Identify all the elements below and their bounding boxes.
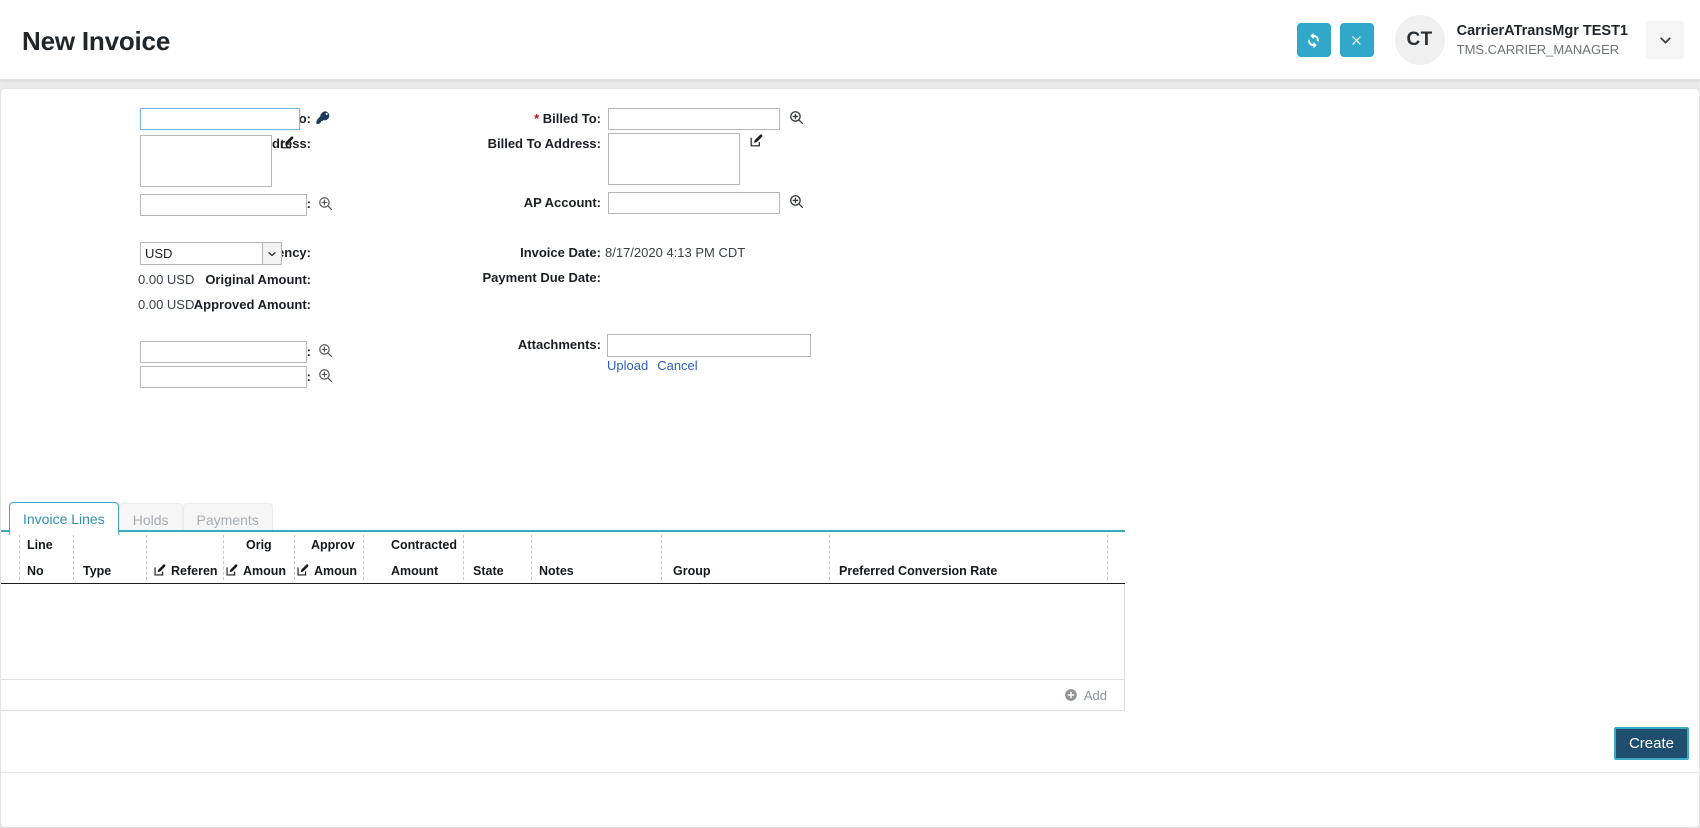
chevron-down-icon bbox=[1657, 32, 1674, 49]
grid-header-row: Line No Type Referen Orig Amoun bbox=[1, 532, 1125, 584]
column-header-line-no: No bbox=[27, 564, 44, 578]
header-actions: CT CarrierATransMgr TEST1 TMS.CARRIER_MA… bbox=[1297, 0, 1690, 80]
column-divider bbox=[19, 535, 20, 580]
column-header-orig-amount: Amoun bbox=[225, 563, 286, 578]
edit-icon[interactable] bbox=[153, 563, 167, 577]
circle-plus-icon bbox=[1064, 688, 1078, 702]
column-header-contracted-amount: Amount bbox=[391, 564, 438, 578]
billed-to-input[interactable] bbox=[608, 108, 780, 130]
invoice-no-input[interactable] bbox=[140, 108, 300, 130]
column-header-line-top: Line bbox=[27, 538, 53, 552]
column-divider bbox=[223, 535, 224, 580]
invoice-lines-grid: Line No Type Referen Orig Amoun bbox=[1, 530, 1125, 711]
approved-amount-value: 0.00 USD bbox=[138, 294, 194, 316]
billed-to-address-label: Billed To Address: bbox=[391, 133, 601, 155]
related-invoice-input[interactable] bbox=[140, 341, 307, 363]
column-divider bbox=[829, 535, 830, 580]
close-button[interactable] bbox=[1340, 23, 1374, 57]
create-button[interactable]: Create bbox=[1614, 727, 1689, 760]
column-divider bbox=[146, 535, 147, 580]
column-divider bbox=[73, 535, 74, 580]
app-header: New Invoice CT CarrierATransMgr TEST1 TM… bbox=[0, 0, 1700, 80]
invoice-form-card: * Invoice No: Remit To Address: AR Accou… bbox=[0, 88, 1700, 828]
refresh-button[interactable] bbox=[1297, 23, 1331, 57]
column-header-state: State bbox=[473, 564, 504, 578]
remit-to-address-textarea[interactable] bbox=[140, 135, 272, 187]
upload-link[interactable]: Upload bbox=[607, 358, 648, 373]
payment-due-date-label: Payment Due Date: bbox=[391, 267, 601, 289]
edit-icon[interactable] bbox=[225, 563, 239, 577]
search-plus-icon[interactable] bbox=[317, 195, 334, 212]
field-payment-due-date: Payment Due Date: bbox=[381, 267, 601, 289]
field-invoice-date: Invoice Date: bbox=[381, 242, 601, 264]
edit-icon[interactable] bbox=[280, 135, 295, 150]
grid-footer: Add bbox=[1, 679, 1125, 711]
column-header-contracted-top: Contracted bbox=[391, 538, 457, 552]
column-divider bbox=[531, 535, 532, 580]
search-plus-icon[interactable] bbox=[317, 342, 334, 359]
column-header-approved-amount-label: Amoun bbox=[314, 564, 357, 578]
tab-invoice-lines[interactable]: Invoice Lines bbox=[9, 502, 119, 535]
search-plus-icon[interactable] bbox=[788, 193, 805, 210]
column-divider bbox=[661, 535, 662, 580]
key-icon[interactable] bbox=[315, 109, 332, 126]
column-header-approved-amount: Amoun bbox=[296, 563, 357, 578]
billed-to-label: * Billed To: bbox=[391, 108, 601, 130]
edit-icon[interactable] bbox=[749, 133, 764, 148]
field-billed-to: * Billed To: bbox=[381, 108, 601, 130]
close-icon bbox=[1349, 33, 1364, 48]
column-divider bbox=[294, 535, 295, 580]
field-attachments: Attachments: bbox=[381, 334, 601, 356]
attachment-actions: Upload Cancel bbox=[607, 358, 698, 373]
column-divider bbox=[463, 535, 464, 580]
user-role: TMS.CARRIER_MANAGER bbox=[1457, 41, 1628, 59]
refresh-icon bbox=[1305, 32, 1322, 49]
column-header-reference: Referen bbox=[153, 563, 218, 578]
column-header-preferred-conversion-rate: Preferred Conversion Rate bbox=[839, 564, 997, 578]
attachments-label: Attachments: bbox=[391, 334, 601, 356]
grid-body bbox=[1, 584, 1125, 679]
ap-invoice-input[interactable] bbox=[140, 366, 307, 388]
avatar: CT bbox=[1395, 15, 1445, 65]
ap-account-label: AP Account: bbox=[391, 192, 601, 214]
column-header-orig-top: Orig bbox=[246, 538, 272, 552]
field-ap-account: AP Account: bbox=[381, 192, 601, 214]
column-header-approv-top: Approv bbox=[311, 538, 355, 552]
column-header-type: Type bbox=[83, 564, 111, 578]
search-plus-icon[interactable] bbox=[788, 109, 805, 126]
currency-select[interactable]: USD bbox=[140, 242, 282, 265]
user-name: CarrierATransMgr TEST1 bbox=[1457, 22, 1628, 41]
page-title: New Invoice bbox=[22, 26, 170, 57]
field-billed-to-address: Billed To Address: bbox=[381, 133, 601, 155]
add-line-button[interactable]: Add bbox=[1064, 688, 1107, 703]
cancel-link[interactable]: Cancel bbox=[657, 358, 697, 373]
invoice-date-value: 8/17/2020 4:13 PM CDT bbox=[605, 242, 745, 264]
column-header-orig-amount-label: Amoun bbox=[243, 564, 286, 578]
ap-account-input[interactable] bbox=[608, 192, 780, 214]
ar-account-input[interactable] bbox=[140, 194, 307, 216]
user-info: CarrierATransMgr TEST1 TMS.CARRIER_MANAG… bbox=[1457, 22, 1628, 59]
add-line-label: Add bbox=[1084, 688, 1107, 703]
currency-select-wrapper[interactable]: USD bbox=[140, 242, 282, 265]
column-divider bbox=[363, 535, 364, 580]
invoice-date-label: Invoice Date: bbox=[391, 242, 601, 264]
attachments-input[interactable] bbox=[607, 334, 811, 357]
original-amount-value: 0.00 USD bbox=[138, 269, 194, 291]
search-plus-icon[interactable] bbox=[317, 367, 334, 384]
edit-icon[interactable] bbox=[296, 563, 310, 577]
column-header-group: Group bbox=[673, 564, 711, 578]
column-header-notes: Notes bbox=[539, 564, 574, 578]
user-menu-button[interactable] bbox=[1646, 21, 1684, 59]
footer-divider bbox=[1, 772, 1700, 773]
column-header-reference-label: Referen bbox=[171, 564, 218, 578]
billed-to-address-textarea[interactable] bbox=[608, 133, 740, 185]
column-divider bbox=[1107, 535, 1108, 580]
